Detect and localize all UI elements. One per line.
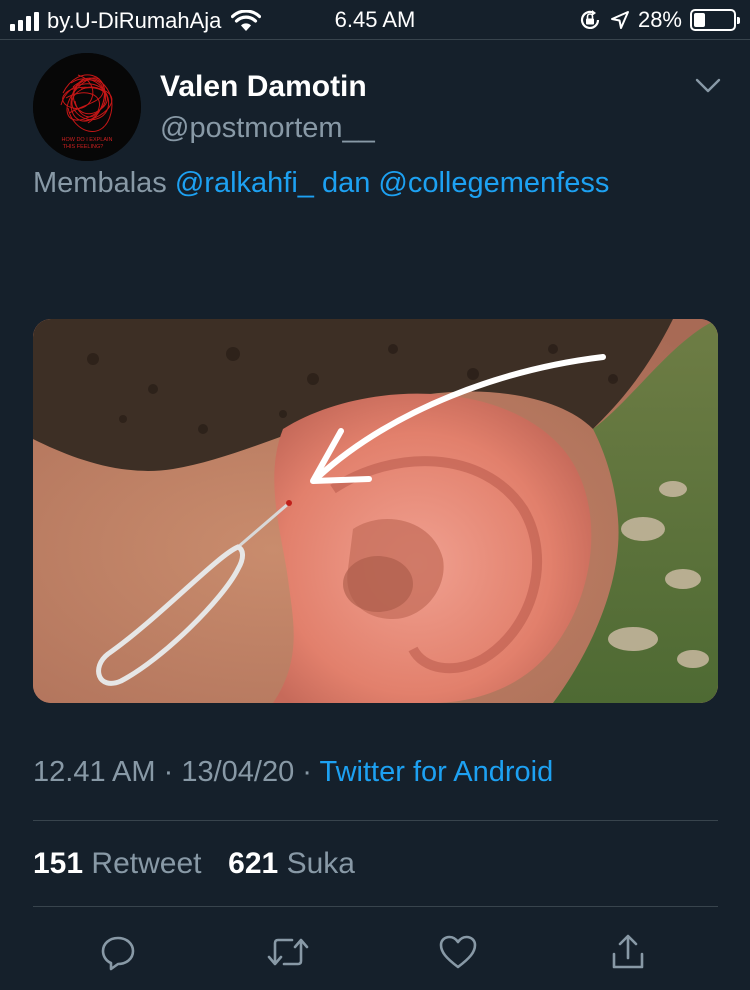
reply-joiner: dan: [321, 167, 371, 199]
status-bar-right: 28%: [578, 7, 740, 33]
location-icon: [610, 11, 629, 29]
battery-level: [694, 13, 705, 27]
avatar-caption: HOW DO I EXPLAIN: [61, 137, 112, 143]
divider: [33, 906, 718, 907]
tweet-stats: 151 Retweet 621 Suka: [33, 847, 355, 881]
retweet-count: 151: [33, 847, 84, 880]
mention-link[interactable]: @collegemenfess: [378, 167, 609, 199]
reply-button[interactable]: [96, 930, 140, 974]
reply-context: Membalas @ralkahfi_ dan @collegemenfess: [33, 167, 609, 200]
meta-separator: ·: [302, 756, 312, 788]
avatar[interactable]: HOW DO I EXPLAIN THIS FEELING?: [33, 53, 141, 161]
tweet-actions: [0, 930, 750, 974]
like-button[interactable]: [436, 930, 480, 974]
ear-photo: [33, 319, 718, 703]
battery-icon: [690, 9, 740, 31]
like-stat[interactable]: 621 Suka: [228, 847, 355, 880]
reply-icon: [101, 936, 135, 971]
retweet-label: Retweet: [91, 847, 202, 880]
author-handle[interactable]: @postmortem__: [160, 112, 375, 145]
tweet-meta: 12.41 AM · 13/04/20 · Twitter for Androi…: [33, 756, 553, 789]
avatar-caption-2: THIS FEELING?: [63, 144, 104, 150]
mention-link[interactable]: @ralkahfi_: [175, 167, 314, 199]
orientation-lock-icon: [580, 10, 600, 29]
author-display-name[interactable]: Valen Damotin: [160, 70, 367, 104]
retweet-icon: [267, 938, 309, 966]
status-bar: by.U-DiRumahAja 6.45 AM 28%: [0, 0, 750, 40]
tweet-source-link[interactable]: Twitter for Android: [320, 756, 554, 788]
heart-icon: [439, 935, 477, 969]
like-count: 621: [228, 847, 279, 880]
retweet-button[interactable]: [266, 930, 310, 974]
avatar-image: HOW DO I EXPLAIN THIS FEELING?: [33, 53, 141, 161]
tweet-media[interactable]: [33, 319, 718, 703]
meta-separator: ·: [163, 756, 174, 788]
divider: [33, 820, 718, 821]
battery-percent: 28%: [637, 7, 682, 32]
tweet-date: 13/04/20: [181, 756, 295, 788]
retweet-stat[interactable]: 151 Retweet: [33, 847, 210, 880]
tweet-time: 12.41 AM: [33, 756, 156, 788]
share-button[interactable]: [606, 930, 650, 974]
chevron-down-icon[interactable]: [694, 76, 722, 96]
share-icon: [612, 934, 644, 969]
reply-prefix: Membalas: [33, 167, 167, 199]
like-label: Suka: [286, 847, 355, 880]
